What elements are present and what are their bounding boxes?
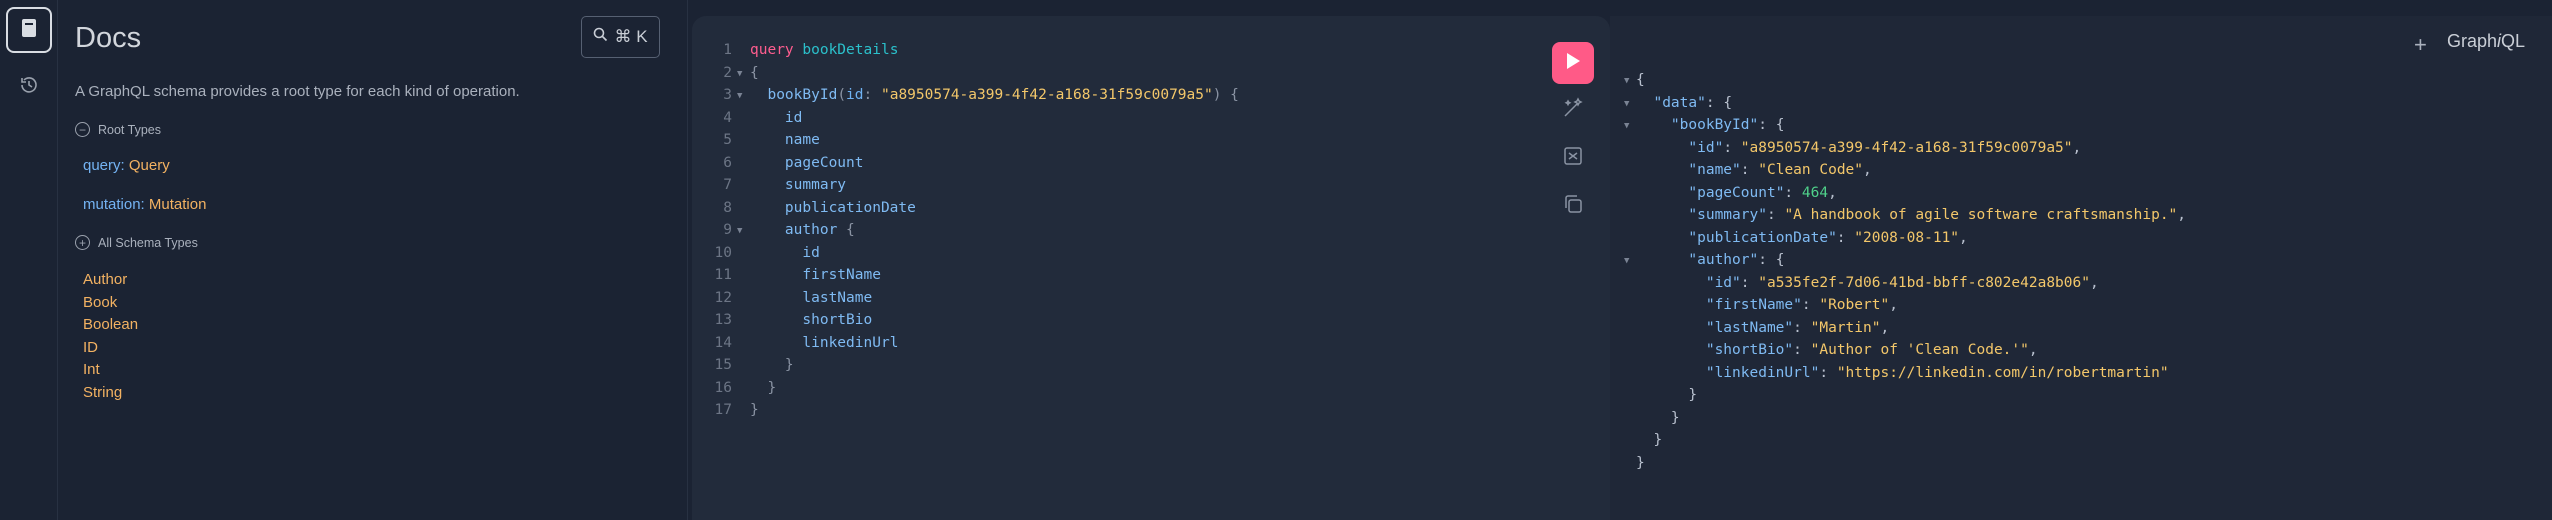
json-line: "publicationDate": "2008-08-11",: [1688, 229, 1968, 246]
line-number: 11: [714, 267, 732, 283]
line-number: 17: [714, 402, 732, 418]
line-number: 3: [723, 87, 732, 103]
copy-icon[interactable]: [1561, 192, 1585, 216]
root-types-header: − Root Types: [75, 122, 161, 137]
root-type-operation: query: [83, 157, 121, 174]
fold-toggle-icon[interactable]: ▼: [1624, 121, 1629, 131]
search-shortcut-button[interactable]: ⌘ K: [581, 16, 660, 58]
json-line: "summary": "A handbook of agile software…: [1688, 207, 2187, 223]
json-line: "pageCount": 464,: [1688, 184, 1837, 201]
schema-type-link[interactable]: Book: [83, 294, 117, 311]
line-number: 12: [714, 289, 732, 306]
code-line[interactable]: id: [750, 110, 802, 126]
json-line: "lastName": "Martin",: [1705, 319, 1890, 336]
code-line[interactable]: query bookDetails: [750, 42, 898, 58]
json-line: "id": "a8950574-a399-4f42-a168-31f59c007…: [1688, 139, 2082, 156]
root-type-operation: mutation: [83, 196, 141, 213]
root-type-query[interactable]: query: Query: [83, 157, 170, 174]
line-number: 7: [723, 177, 732, 193]
fold-toggle-icon[interactable]: ▼: [737, 226, 742, 236]
code-line[interactable]: pageCount: [750, 155, 864, 171]
code-line[interactable]: bookById(id: "a8950574-a399-4f42-a168-31…: [750, 87, 1238, 103]
code-line[interactable]: }: [750, 357, 794, 373]
sidebar: [0, 0, 58, 520]
history-button[interactable]: [6, 64, 52, 110]
run-query-button[interactable]: [1552, 42, 1594, 84]
line-number: 6: [723, 154, 732, 171]
code-line[interactable]: publicationDate: [750, 200, 916, 216]
merge-fragments-icon[interactable]: [1561, 144, 1585, 168]
docs-description: A GraphQL schema provides a root type fo…: [75, 83, 520, 100]
line-number: 9: [723, 222, 732, 238]
code-line[interactable]: shortBio: [750, 312, 872, 328]
json-line: "data": {: [1653, 94, 1733, 111]
schema-type-link[interactable]: ID: [83, 339, 98, 356]
line-number: 5: [723, 132, 732, 148]
json-line: "linkedinUrl": "https://linkedin.com/in/…: [1705, 364, 2169, 381]
prettify-icon[interactable]: [1561, 96, 1585, 120]
code-line[interactable]: }: [750, 380, 776, 396]
docs-title: Docs: [75, 22, 142, 54]
root-types-label: Root Types: [98, 122, 162, 137]
json-line: "id": "a535fe2f-7d06-41bd-bbff-c802e42a8…: [1705, 274, 2099, 291]
response-panel: + GraphiQL ▼{▼ "data": {▼ "bookById": { …: [1610, 16, 2552, 520]
docs-button[interactable]: [6, 7, 52, 53]
line-number: 8: [723, 199, 732, 216]
root-type-name[interactable]: Query: [129, 157, 170, 174]
json-line: "author": {: [1688, 252, 1785, 268]
json-line: "shortBio": "Author of 'Clean Code.'",: [1705, 342, 2038, 358]
fold-toggle-icon[interactable]: ▼: [737, 91, 742, 101]
search-icon: [593, 27, 608, 47]
root-type-mutation[interactable]: mutation: Mutation: [83, 196, 206, 213]
query-editor[interactable]: 1 query bookDetails 2 ▼ {3 ▼ bookById(id: "a8…: [692, 16, 1610, 520]
schema-type-link[interactable]: Author: [83, 271, 127, 288]
line-number: 10: [714, 244, 732, 261]
schema-type-link[interactable]: String: [83, 384, 122, 401]
code-line[interactable]: firstName: [750, 267, 881, 283]
json-line: }: [1636, 432, 1663, 448]
line-number: 1: [723, 42, 732, 58]
line-number: 4: [723, 109, 732, 126]
line-number: 15: [714, 357, 732, 373]
code-line[interactable]: author {: [750, 222, 855, 238]
fold-toggle-icon[interactable]: ▼: [737, 69, 742, 79]
expand-icon[interactable]: +: [75, 235, 90, 250]
all-schema-types-header: + All Schema Types: [75, 235, 198, 250]
fold-toggle-icon[interactable]: ▼: [1624, 256, 1629, 266]
json-line: }: [1636, 387, 1698, 403]
line-number: 16: [714, 379, 732, 396]
collapse-icon[interactable]: −: [75, 122, 90, 137]
json-line: }: [1636, 454, 1645, 471]
line-number: 13: [714, 312, 732, 328]
history-icon: [19, 75, 39, 100]
docs-panel: Docs ⌘ K A GraphQL schema provides a roo…: [58, 0, 688, 520]
graphiql-logo: GraphiQL: [2447, 31, 2526, 51]
shortcut-label: ⌘ K: [614, 27, 648, 46]
code-line[interactable]: id: [750, 245, 819, 261]
json-line: "firstName": "Robert",: [1705, 297, 1898, 313]
root-type-name[interactable]: Mutation: [149, 196, 207, 213]
json-line: {: [1636, 72, 1645, 88]
fold-toggle-icon[interactable]: ▼: [1624, 76, 1629, 86]
code-line[interactable]: }: [750, 402, 759, 418]
add-tab-button[interactable]: +: [2414, 32, 2427, 58]
code-line[interactable]: linkedinUrl: [750, 335, 898, 351]
code-line[interactable]: summary: [750, 177, 846, 193]
code-line[interactable]: lastName: [750, 290, 872, 306]
play-icon: [1565, 52, 1581, 75]
all-schema-types-label: All Schema Types: [98, 235, 198, 250]
json-line: "bookById": {: [1670, 117, 1785, 133]
fold-toggle-icon[interactable]: ▼: [1624, 99, 1629, 109]
code-line[interactable]: name: [750, 132, 820, 148]
schema-type-link[interactable]: Boolean: [83, 316, 138, 333]
docs-book-icon: [20, 18, 38, 43]
json-line: }: [1636, 409, 1680, 426]
schema-type-link[interactable]: Int: [83, 361, 100, 378]
code-line[interactable]: {: [750, 65, 759, 81]
line-number: 14: [714, 334, 732, 351]
json-line: "name": "Clean Code",: [1688, 162, 1872, 178]
line-number: 2: [723, 64, 732, 81]
